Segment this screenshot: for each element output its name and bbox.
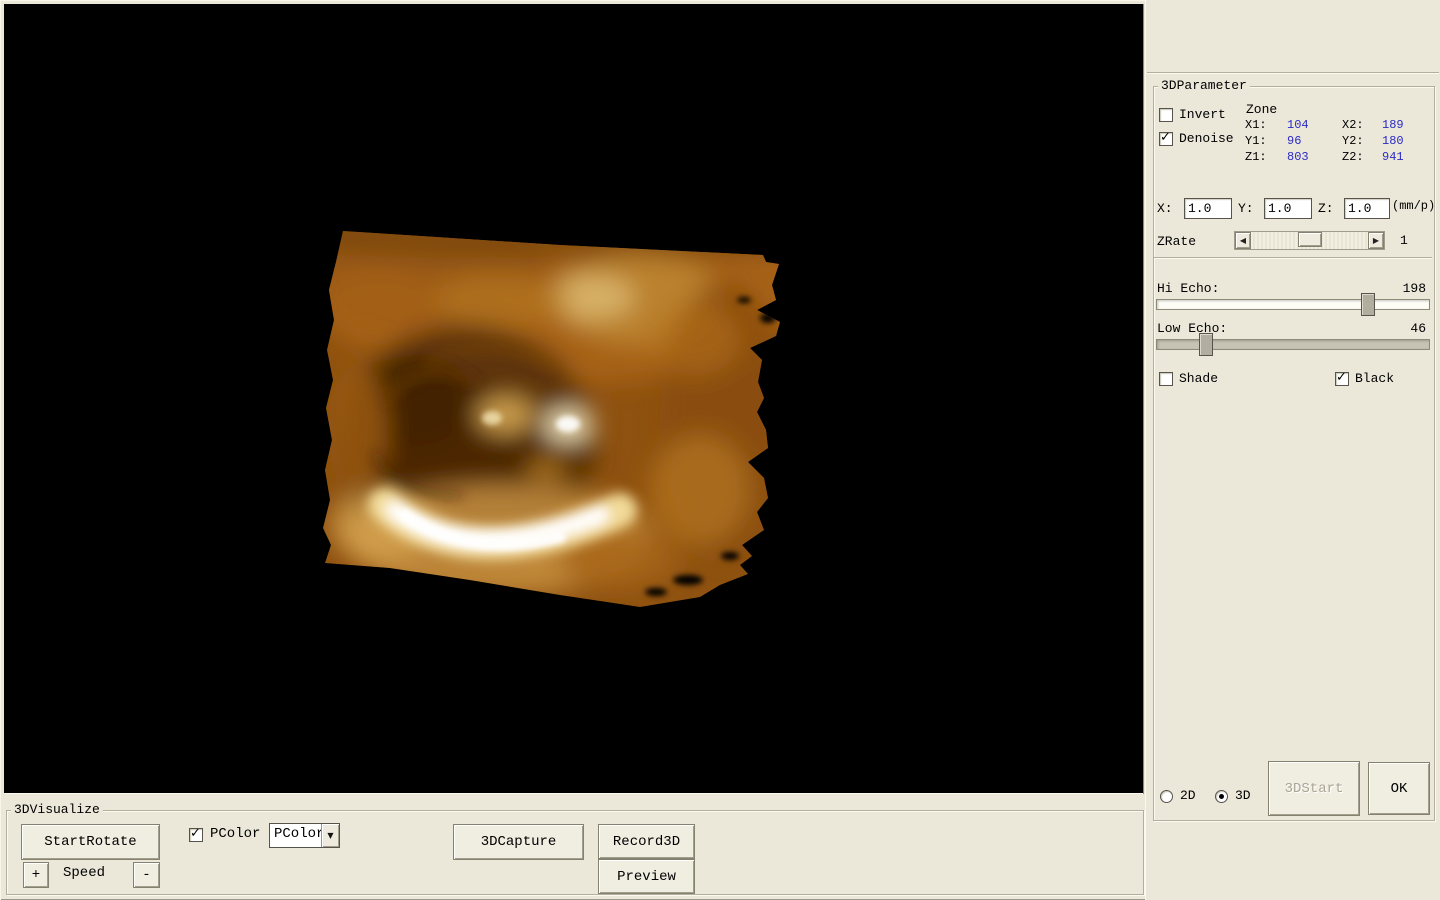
- zrate-value: 1: [1400, 233, 1408, 248]
- hi-echo-slider-track[interactable]: [1156, 293, 1430, 316]
- scale-x-input[interactable]: [1184, 198, 1232, 219]
- zone-z1-value: 803: [1287, 150, 1309, 164]
- low-echo-value: 46: [1410, 321, 1426, 336]
- zone-z2-label: Z2:: [1342, 150, 1364, 164]
- shade-checkbox[interactable]: [1159, 372, 1173, 386]
- mode-3d-label: 3D: [1235, 788, 1251, 803]
- pcolor-checkbox[interactable]: [189, 826, 203, 842]
- zrate-scrollbar-thumb[interactable]: [1297, 232, 1322, 247]
- zone-label: Zone: [1246, 102, 1278, 117]
- scale-y-input[interactable]: [1264, 198, 1312, 219]
- zrate-left-arrow-icon[interactable]: ◀: [1235, 232, 1251, 249]
- denoise-label: Denoise: [1179, 131, 1234, 146]
- panel-divider-top: [1147, 72, 1439, 74]
- low-echo-slider-track[interactable]: [1156, 333, 1430, 356]
- preview-button[interactable]: Preview: [598, 859, 695, 894]
- scale-x-label: X:: [1157, 201, 1173, 216]
- zrate-right-arrow-icon[interactable]: ▶: [1368, 232, 1384, 249]
- zrate-scrollbar-track[interactable]: [1251, 232, 1368, 249]
- zone-y1-value: 96: [1287, 134, 1302, 148]
- hi-echo-label: Hi Echo:: [1157, 281, 1220, 296]
- scale-z-label: Z:: [1318, 201, 1334, 216]
- parameter-groupbox-title: 3DParameter: [1158, 78, 1250, 94]
- zone-z1-label: Z1:: [1245, 150, 1267, 164]
- mode-3d-radio[interactable]: [1215, 790, 1228, 803]
- zone-x2-label: X2:: [1342, 118, 1364, 132]
- mode-2d-label: 2D: [1180, 788, 1196, 803]
- start-rotate-button[interactable]: StartRotate: [21, 824, 160, 860]
- chevron-down-icon[interactable]: ▼: [321, 824, 339, 847]
- scale-y-label: Y:: [1238, 201, 1254, 216]
- speed-plus-button[interactable]: +: [23, 862, 49, 888]
- app-window: 3DParameter Invert Denoise Zone X1: 104 …: [0, 0, 1440, 900]
- invert-label: Invert: [1179, 107, 1226, 122]
- denoise-checkbox[interactable]: [1159, 130, 1173, 146]
- ok-button[interactable]: OK: [1368, 762, 1430, 815]
- zone-y2-value: 180: [1382, 134, 1404, 148]
- zone-y2-label: Y2:: [1342, 134, 1364, 148]
- invert-checkbox[interactable]: [1159, 108, 1173, 122]
- pcolor-checkbox-label: PColor: [210, 826, 261, 842]
- parameter-panel: 3DParameter Invert Denoise Zone X1: 104 …: [1145, 0, 1440, 900]
- scale-unit-label: (mm/p): [1392, 199, 1436, 213]
- zone-x1-value: 104: [1287, 118, 1309, 132]
- shade-label: Shade: [1179, 371, 1219, 386]
- zrate-label: ZRate: [1157, 234, 1197, 249]
- zone-x1-label: X1:: [1245, 118, 1267, 132]
- hi-echo-slider-thumb[interactable]: [1361, 293, 1376, 316]
- black-label: Black: [1355, 371, 1395, 386]
- low-echo-label: Low Echo:: [1157, 321, 1228, 336]
- pcolor-select[interactable]: PColor ▼: [269, 823, 340, 848]
- panel-splitter: [1143, 4, 1144, 794]
- 3dcapture-button[interactable]: 3DCapture: [453, 824, 584, 860]
- visualize-groupbox-title: 3DVisualize: [11, 802, 103, 818]
- black-checkbox[interactable]: [1335, 370, 1349, 386]
- zone-y1-label: Y1:: [1245, 134, 1267, 148]
- record3d-button[interactable]: Record3D: [598, 824, 695, 859]
- visualize-groupbox: 3DVisualize StartRotate + Speed - PColor…: [6, 802, 1144, 895]
- zrate-scrollbar[interactable]: ◀ ▶: [1234, 231, 1385, 250]
- pcolor-select-value: PColor: [274, 826, 321, 842]
- section-divider: [1154, 257, 1432, 259]
- scale-z-input[interactable]: [1344, 198, 1390, 219]
- zone-z2-value: 941: [1382, 150, 1404, 164]
- zone-x2-value: 189: [1382, 118, 1404, 132]
- hi-echo-value: 198: [1402, 281, 1426, 296]
- parameter-groupbox: 3DParameter Invert Denoise Zone X1: 104 …: [1153, 78, 1436, 821]
- speed-label: Speed: [63, 865, 106, 881]
- speed-minus-button[interactable]: -: [133, 862, 160, 888]
- viewport-3d[interactable]: [4, 4, 1143, 793]
- low-echo-slider-thumb[interactable]: [1199, 333, 1214, 356]
- mode-2d-radio[interactable]: [1160, 790, 1173, 803]
- 3dstart-button[interactable]: 3DStart: [1268, 761, 1360, 816]
- ultrasound-volume-render: [4, 4, 1143, 793]
